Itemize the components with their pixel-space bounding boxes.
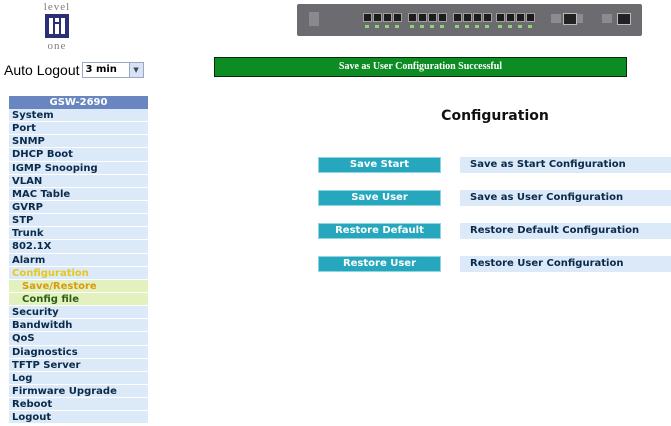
save-user-description: Save as User Configuration <box>460 190 671 206</box>
port-led <box>430 25 434 28</box>
sidebar-item-mac-table[interactable]: MAC Table <box>9 187 148 201</box>
sidebar-item-reboot[interactable]: Reboot <box>9 398 148 412</box>
ethernet-port <box>453 13 462 22</box>
sidebar-menu: GSW-2690 System Port SNMP DHCP Boot IGMP Sno… <box>9 96 148 425</box>
sidebar-header: GSW-2690 <box>9 96 148 109</box>
restore-user-button[interactable]: Restore User <box>318 256 441 272</box>
logo-text-bottom: one <box>47 40 67 52</box>
sfp-port <box>617 13 631 25</box>
auto-logout-select[interactable]: 3 min ▼ <box>81 62 144 78</box>
ethernet-port <box>506 13 515 22</box>
panel-logo-mark <box>309 12 319 26</box>
switch-front-panel-image <box>297 4 642 36</box>
sidebar-item-qos[interactable]: QoS <box>9 332 148 346</box>
save-start-description: Save as Start Configuration <box>460 157 671 173</box>
sidebar-item-port[interactable]: Port <box>9 122 148 136</box>
sidebar-item-system[interactable]: System <box>9 109 148 123</box>
sidebar-item-logout[interactable]: Logout <box>9 411 148 425</box>
ethernet-port <box>483 13 492 22</box>
restore-default-description: Restore Default Configuration <box>460 223 671 239</box>
port-led <box>410 25 414 28</box>
ethernet-port <box>496 13 505 22</box>
port-led <box>385 25 389 28</box>
port-led <box>508 25 512 28</box>
logo-mark <box>45 14 69 38</box>
port-led <box>455 25 459 28</box>
ethernet-port <box>473 13 482 22</box>
port-led <box>475 25 479 28</box>
restore-user-description: Restore User Configuration <box>460 256 671 272</box>
auto-logout-label: Auto Logout <box>4 62 80 78</box>
sidebar-item-bandwitdh[interactable]: Bandwitdh <box>9 319 148 333</box>
sidebar-item-dhcp-boot[interactable]: DHCP Boot <box>9 148 148 162</box>
sidebar-item-tftp-server[interactable]: TFTP Server <box>9 358 148 372</box>
ethernet-port <box>516 13 525 22</box>
sidebar-item-configuration[interactable]: Configuration <box>9 266 148 280</box>
port-led <box>375 25 379 28</box>
port-led <box>440 25 444 28</box>
auto-logout-value: 3 min <box>85 64 117 75</box>
ethernet-port <box>428 13 437 22</box>
sidebar-item-alarm[interactable]: Alarm <box>9 253 148 267</box>
sidebar-item-gvrp[interactable]: GVRP <box>9 200 148 215</box>
ethernet-port <box>418 13 427 22</box>
blank-slot <box>551 14 561 23</box>
levelone-logo: level one <box>40 2 74 54</box>
ethernet-port <box>373 13 382 22</box>
page-title: Configuration <box>441 108 549 124</box>
ethernet-port <box>383 13 392 22</box>
sidebar-item-snmp[interactable]: SNMP <box>9 135 148 149</box>
auto-logout: Auto Logout 3 min ▼ <box>4 60 144 80</box>
sidebar-item-security[interactable]: Security <box>9 306 148 320</box>
port-led <box>498 25 502 28</box>
sidebar-item-diagnostics[interactable]: Diagnostics <box>9 345 148 359</box>
port-led <box>485 25 489 28</box>
chevron-down-icon[interactable]: ▼ <box>128 63 143 77</box>
ethernet-port <box>363 13 372 22</box>
sfp-port <box>563 13 577 25</box>
ethernet-port <box>463 13 472 22</box>
logo-text-top: level <box>43 1 71 13</box>
port-led <box>365 25 369 28</box>
status-banner: Save as User Configuration Successful <box>214 57 627 77</box>
sidebar-subitem-save-restore[interactable]: Save/Restore <box>9 279 148 293</box>
port-led <box>518 25 522 28</box>
ethernet-port <box>393 13 402 22</box>
port-led <box>395 25 399 28</box>
port-led <box>420 25 424 28</box>
save-start-button[interactable]: Save Start <box>318 157 441 173</box>
sidebar-item-firmware-upgrade[interactable]: Firmware Upgrade <box>9 384 148 399</box>
sidebar-item-802-1x[interactable]: 802.1X <box>9 240 148 254</box>
sidebar-item-igmp-snooping[interactable]: IGMP Snooping <box>9 161 148 175</box>
sidebar-subitem-config-file[interactable]: Config file <box>9 292 148 307</box>
port-led <box>465 25 469 28</box>
blank-slot <box>602 14 612 23</box>
ethernet-port <box>526 13 535 22</box>
ethernet-port <box>438 13 447 22</box>
port-led <box>528 25 532 28</box>
sidebar-item-log[interactable]: Log <box>9 371 148 385</box>
sidebar-item-vlan[interactable]: VLAN <box>9 174 148 188</box>
restore-default-button[interactable]: Restore Default <box>318 223 441 239</box>
ethernet-port <box>408 13 417 22</box>
sidebar-item-trunk[interactable]: Trunk <box>9 227 148 241</box>
sidebar-item-stp[interactable]: STP <box>9 214 148 228</box>
save-user-button[interactable]: Save User <box>318 190 441 206</box>
